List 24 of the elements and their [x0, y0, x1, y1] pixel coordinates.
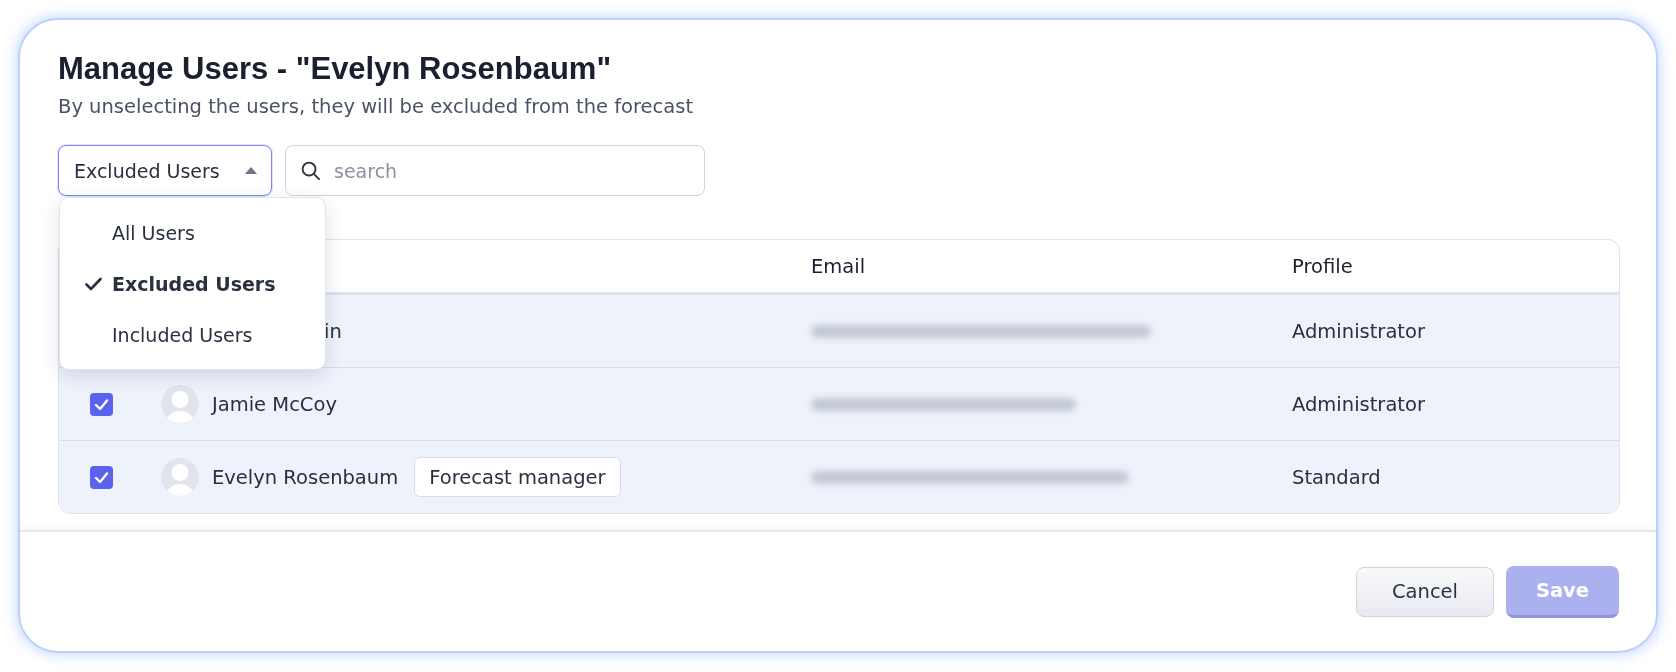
user-name: Jamie McCoy [212, 392, 337, 416]
avatar-icon [161, 385, 199, 423]
check-icon [85, 276, 102, 291]
search-field[interactable]: search [285, 145, 705, 196]
row-checkbox[interactable] [90, 392, 113, 416]
cancel-button[interactable]: Cancel [1356, 566, 1494, 617]
avatar-icon [161, 458, 199, 496]
filter-dropdown[interactable]: Excluded Users [58, 145, 272, 196]
column-header: Email [811, 254, 867, 278]
profile-cell: Standard [1292, 465, 1381, 489]
menu-item[interactable]: All Users [60, 207, 325, 258]
profile-cell: Administrator [1292, 392, 1425, 416]
search-icon [301, 161, 320, 180]
caret-icon [245, 167, 257, 174]
row-checkbox[interactable] [90, 465, 113, 489]
user-name: in [324, 319, 342, 343]
menu-item[interactable]: Excluded Users [60, 258, 325, 309]
profile-cell: Administrator [1292, 319, 1425, 343]
dialog-subtitle: By unselecting the users, they will be excluded from the forecast [58, 95, 695, 119]
menu-item[interactable]: Included Users [60, 309, 325, 360]
dialog-title: Manage Users - "Evelyn Rosenbaum" [58, 50, 613, 87]
column-header: Profile [1292, 254, 1354, 278]
role-badge: Forecast manager [414, 457, 621, 497]
user-name: Evelyn Rosenbaum [212, 465, 399, 489]
